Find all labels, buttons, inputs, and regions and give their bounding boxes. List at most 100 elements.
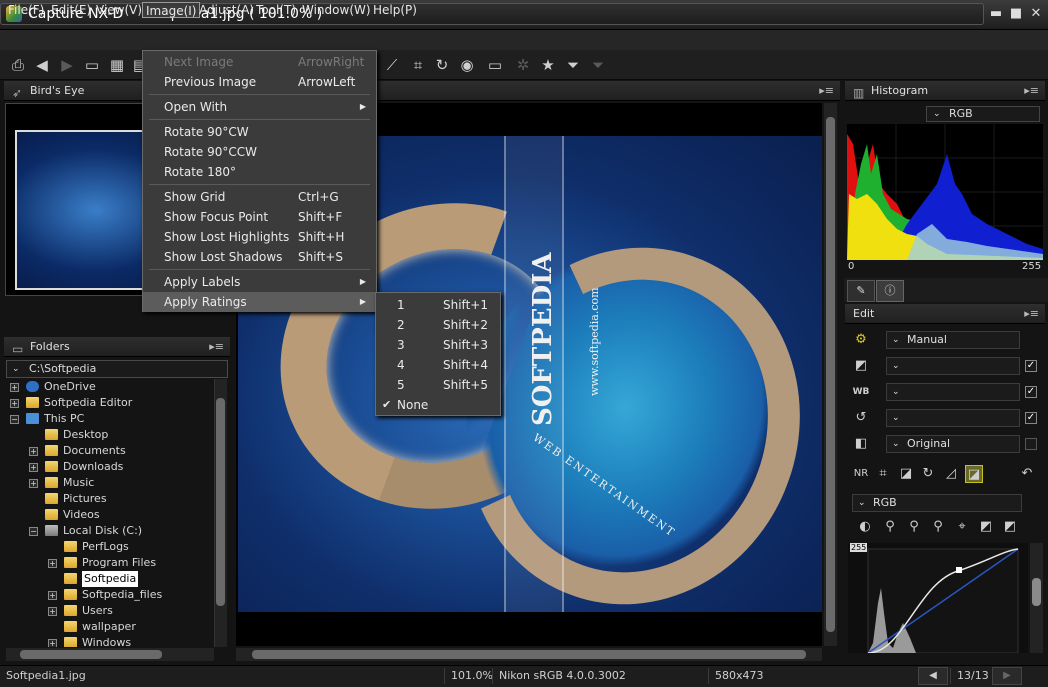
menu-item-rotate-cw[interactable]: Rotate 90°CW — [143, 122, 376, 142]
picture-control-dropdown[interactable]: ⌄ Manual — [886, 331, 1020, 349]
exposure-checkbox[interactable]: ✓ — [1025, 360, 1037, 372]
info-tab-icon[interactable]: ⓘ — [876, 280, 904, 302]
gear-icon[interactable]: ⚙ — [852, 331, 870, 349]
auto-curve-icon[interactable]: ◩ — [977, 518, 995, 536]
rating-item-none[interactable]: ✔ None — [376, 395, 500, 415]
filter-icon[interactable]: ⏷ — [563, 55, 583, 75]
crop-icon[interactable]: ⌗ — [408, 55, 428, 75]
color-mode-icon[interactable]: ◧ — [852, 435, 870, 453]
white-balance-icon[interactable]: WB — [852, 383, 870, 401]
menu-tool[interactable]: Tool(T) — [253, 2, 299, 18]
menu-item-show-lost-shadows[interactable]: Show Lost Shadows Shift+S — [143, 247, 376, 267]
crop-straighten-icon[interactable]: ⟋ — [382, 55, 402, 75]
exposure-icon[interactable]: ◩ — [852, 357, 870, 375]
folder-tree-item[interactable]: Softpedia — [48, 571, 214, 587]
expand-icon[interactable]: + — [29, 479, 38, 488]
color-mode-dropdown[interactable]: ⌄ Original — [886, 435, 1020, 453]
tone-curve-graph[interactable] — [848, 543, 1028, 654]
expand-icon[interactable]: + — [29, 447, 38, 456]
histogram-channel-dropdown[interactable]: ⌄ RGB — [926, 106, 1040, 122]
panel-menu-icon[interactable]: ▸≡ — [209, 337, 224, 357]
folder-tree-item[interactable]: + Downloads — [29, 459, 214, 475]
rating-item-4[interactable]: 4 Shift+4 — [376, 355, 500, 375]
folder-tree-hscroll-thumb[interactable] — [20, 650, 162, 659]
viewer-hscroll-thumb[interactable] — [252, 650, 806, 659]
noise-reduction-icon[interactable]: NR — [852, 465, 870, 483]
batch-icon[interactable]: ✲ — [513, 55, 533, 75]
menu-adjust[interactable]: Adjust(A) — [196, 2, 257, 18]
folder-tree-item[interactable]: + Users — [48, 603, 214, 619]
edit-vscroll-thumb[interactable] — [1032, 578, 1041, 606]
expand-icon[interactable]: + — [10, 383, 19, 392]
target-icon[interactable]: ⌖ — [953, 518, 971, 536]
exposure-dropdown[interactable]: ⌄ — [886, 357, 1020, 375]
menu-view[interactable]: View(V) — [93, 2, 145, 18]
expand-icon[interactable]: + — [48, 559, 57, 568]
menu-file[interactable]: File(F) — [5, 2, 47, 18]
folder-tree-item[interactable]: wallpaper — [48, 619, 214, 635]
display-icon[interactable]: ▭ — [485, 55, 505, 75]
folder-tree-item[interactable]: + Softpedia_files — [48, 587, 214, 603]
rotate-tool-icon[interactable]: ↻ — [919, 465, 937, 483]
edit-menu-icon[interactable]: ▸≡ — [1024, 304, 1039, 324]
menu-item-rotate-180[interactable]: Rotate 180° — [143, 162, 376, 182]
expand-icon[interactable]: + — [10, 399, 19, 408]
expand-icon[interactable]: + — [48, 607, 57, 616]
menu-item-show-grid[interactable]: Show Grid Ctrl+G — [143, 187, 376, 207]
menu-item-rotate-ccw[interactable]: Rotate 90°CCW — [143, 142, 376, 162]
folder-tree-item[interactable]: + Windows — [48, 635, 214, 647]
menu-item-show-focus-point[interactable]: Show Focus Point Shift+F — [143, 207, 376, 227]
folder-tree-item[interactable]: + Documents — [29, 443, 214, 459]
expand-icon[interactable]: + — [48, 591, 57, 600]
filter-clear-icon[interactable]: ⏷ — [588, 55, 608, 75]
tone-curve-icon[interactable]: ◪ — [965, 465, 983, 483]
folder-tree-item[interactable]: + Program Files — [48, 555, 214, 571]
menu-help[interactable]: Help(P) — [370, 2, 420, 18]
menu-item-next-image[interactable]: Next Image ArrowRight — [143, 52, 376, 72]
prev-image-button[interactable]: ◀ — [918, 667, 948, 685]
menu-item-open-with[interactable]: Open With ▶ — [143, 97, 376, 117]
eyedropper-black-icon[interactable]: ⚲ — [881, 518, 899, 536]
collapse-icon[interactable]: − — [29, 527, 38, 536]
edit-tab-pencil-icon[interactable]: ✎ — [847, 280, 875, 302]
folder-tree-item[interactable]: Videos — [29, 507, 214, 523]
menu-item-previous-image[interactable]: Previous Image ArrowLeft — [143, 72, 376, 92]
back-arrow-icon[interactable]: ◀ — [32, 55, 52, 75]
app-icon[interactable]: ◉ — [457, 55, 477, 75]
histogram-menu-icon[interactable]: ▸≡ — [1024, 81, 1039, 101]
folder-tree-item[interactable]: + OneDrive — [10, 379, 200, 395]
crop-tool-icon[interactable]: ⌗ — [874, 465, 892, 483]
white-balance-dropdown[interactable]: ⌄ — [886, 383, 1020, 401]
lens-dropdown[interactable]: ⌄ — [886, 409, 1020, 427]
folder-tree-item[interactable]: + Softpedia Editor — [10, 395, 200, 411]
close-button[interactable]: ✕ — [1028, 6, 1044, 22]
perspective-icon[interactable]: ◿ — [942, 465, 960, 483]
reset-curve-icon[interactable]: ◩ — [1001, 518, 1019, 536]
contrast-icon[interactable]: ◐ — [856, 518, 874, 536]
menu-item-apply-labels[interactable]: Apply Labels ▶ — [143, 272, 376, 292]
collapse-icon[interactable]: − — [10, 415, 19, 424]
rotate-icon[interactable]: ↻ — [432, 55, 452, 75]
print-icon[interactable]: ⎙ — [8, 55, 28, 75]
undo-icon[interactable]: ↶ — [1018, 465, 1036, 483]
rating-item-3[interactable]: 3 Shift+3 — [376, 335, 500, 355]
curve-channel-dropdown[interactable]: ⌄ RGB — [852, 494, 1022, 512]
folder-tree-vscroll-thumb[interactable] — [216, 398, 225, 606]
lens-checkbox[interactable]: ✓ — [1025, 412, 1037, 424]
rating-item-2[interactable]: 2 Shift+2 — [376, 315, 500, 335]
folder-tree-item[interactable]: + Music — [29, 475, 214, 491]
star-icon[interactable]: ★ — [538, 55, 558, 75]
folder-path-dropdown[interactable]: ⌄ C:\Softpedia — [6, 360, 228, 378]
folder-tree-item[interactable]: − Local Disk (C:) — [29, 523, 214, 539]
menu-window[interactable]: Window(W) — [299, 2, 374, 18]
menu-item-show-lost-highlights[interactable]: Show Lost Highlights Shift+H — [143, 227, 376, 247]
next-image-button[interactable]: ▶ — [992, 667, 1022, 685]
forward-arrow-icon[interactable]: ▶ — [57, 55, 77, 75]
levels-icon[interactable]: ◪ — [897, 465, 915, 483]
folder-icon[interactable]: ▭ — [82, 55, 102, 75]
folder-tree-item[interactable]: − This PC — [10, 411, 200, 427]
rotate-lens-icon[interactable]: ↺ — [852, 409, 870, 427]
folder-tree-item[interactable]: Pictures — [29, 491, 214, 507]
folder-tree-item[interactable]: PerfLogs — [48, 539, 214, 555]
minimize-button[interactable]: ▬ — [988, 6, 1004, 22]
